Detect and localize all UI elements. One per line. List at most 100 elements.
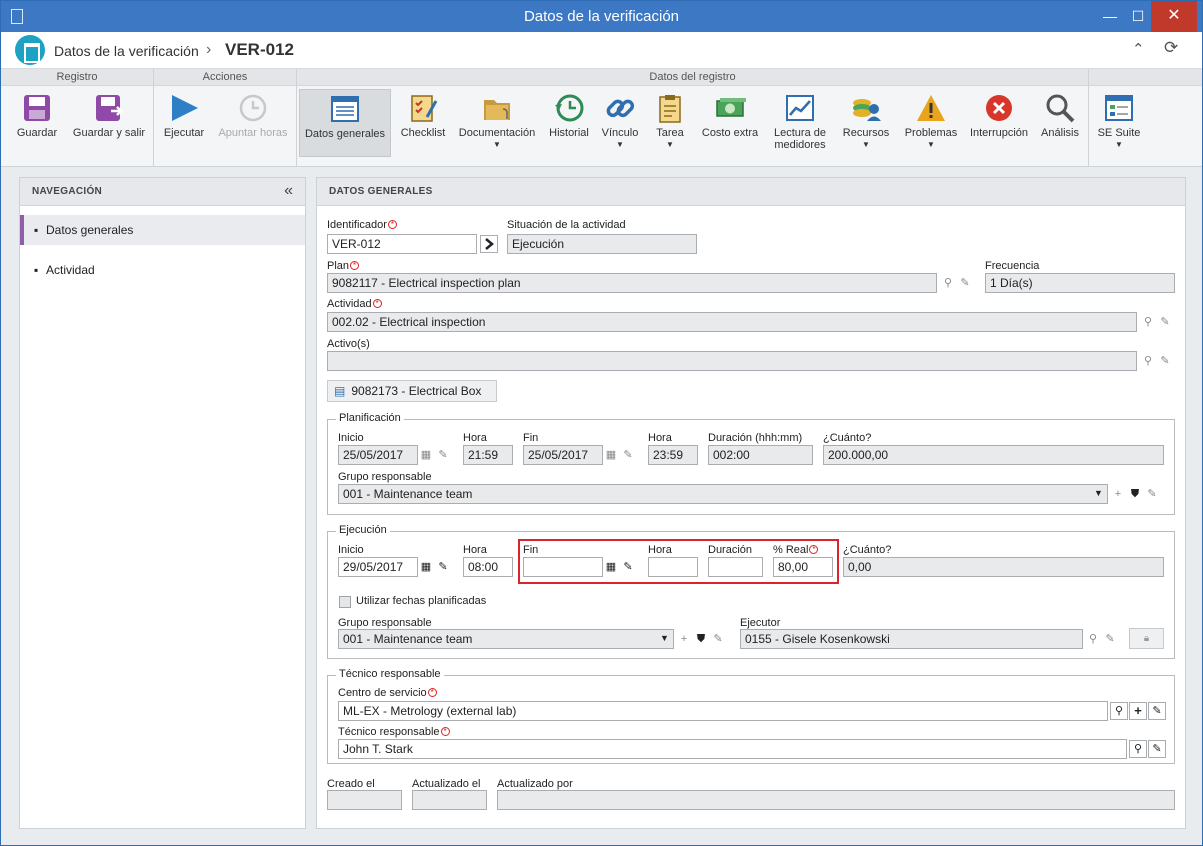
link-icon bbox=[604, 93, 636, 123]
arrow-right-icon[interactable] bbox=[480, 235, 498, 253]
checklist-button[interactable]: Checklist bbox=[395, 89, 451, 157]
money-icon bbox=[714, 93, 746, 123]
general-data-panel: DATOS GENERALES Identificador * VER-012 S… bbox=[316, 177, 1186, 829]
group-label: Registro bbox=[1, 69, 153, 86]
search-icon[interactable]: ⚲ bbox=[1140, 313, 1156, 331]
collapse-up-icon[interactable]: ⌃ bbox=[1132, 40, 1145, 58]
save-and-exit-button[interactable]: Guardar y salir bbox=[69, 89, 149, 157]
nav-title: NAVEGACIÓN bbox=[20, 178, 305, 206]
dropdown-caret-icon: ▼ bbox=[493, 140, 501, 149]
clear-icon[interactable]: ✎ bbox=[1157, 352, 1173, 370]
duracion-label: Duración (hhh:mm) bbox=[708, 432, 803, 444]
clear-icon[interactable]: ✎ bbox=[1148, 702, 1166, 720]
interruption-button[interactable]: Interrupción bbox=[967, 89, 1031, 157]
binoculars-icon[interactable]: ⛊ bbox=[693, 630, 709, 648]
required-icon: * bbox=[350, 261, 360, 270]
add-icon: + bbox=[680, 633, 688, 645]
dropdown-caret-icon: ▼ bbox=[660, 633, 669, 643]
hora-label: Hora bbox=[463, 432, 487, 444]
maximize-button[interactable]: ☐ bbox=[1122, 1, 1154, 32]
exec-inicio-field[interactable]: 29/05/2017 bbox=[338, 557, 418, 577]
plan-duracion-field: 002:00 bbox=[708, 445, 813, 465]
lock-icon: 🔒︎ bbox=[1129, 628, 1164, 649]
exec-grupo-select[interactable]: 001 - Maintenance team bbox=[338, 629, 674, 649]
analysis-button[interactable]: Análisis bbox=[1035, 89, 1085, 157]
refresh-icon[interactable]: ⟳ bbox=[1164, 38, 1178, 58]
activos-label: Activo(s) bbox=[327, 338, 370, 350]
nav-item-actividad[interactable]: ▪ Actividad bbox=[20, 255, 305, 285]
collapse-nav-icon[interactable]: « bbox=[284, 182, 293, 200]
clock-icon bbox=[237, 93, 269, 123]
link-button[interactable]: Vínculo ▼ bbox=[597, 89, 643, 157]
clear-icon[interactable]: ✎ bbox=[957, 274, 973, 292]
history-button[interactable]: Historial bbox=[543, 89, 595, 157]
required-icon: * bbox=[440, 727, 450, 736]
planificacion-section: Planificación Inicio 25/05/2017 ▦ ✎ Hora… bbox=[327, 412, 1175, 515]
activos-field[interactable] bbox=[327, 351, 1137, 371]
hora-fin-label: Hora bbox=[648, 432, 672, 444]
general-data-button[interactable]: Datos generales bbox=[299, 89, 391, 157]
ejecutor-field[interactable]: 0155 - Gisele Kosenkowski bbox=[740, 629, 1083, 649]
toolbar-ribbon: Registro Guardar Guardar y salir Accione… bbox=[1, 69, 1202, 167]
bullet-icon: ▪ bbox=[34, 223, 39, 237]
plan-field[interactable]: 9082117 - Electrical inspection plan bbox=[327, 273, 937, 293]
exec-real-field[interactable]: 80,00 bbox=[773, 557, 833, 577]
problems-button[interactable]: Problemas ▼ bbox=[899, 89, 963, 157]
calendar-icon[interactable]: ▦ bbox=[418, 558, 434, 576]
search-icon[interactable]: ⚲ bbox=[1129, 740, 1147, 758]
clear-icon[interactable]: ✎ bbox=[435, 558, 451, 576]
clear-icon: ✎ bbox=[623, 449, 633, 461]
exec-cuanto-field: 0,00 bbox=[843, 557, 1164, 577]
se-suite-button[interactable]: SE Suite ▼ bbox=[1093, 89, 1145, 157]
fin-label: Fin bbox=[523, 432, 539, 444]
page-title: VER-012 bbox=[225, 40, 294, 59]
execute-button[interactable]: Ejecutar bbox=[158, 89, 210, 157]
exec-fin-field[interactable] bbox=[523, 557, 603, 577]
clear-icon: ✎ bbox=[713, 633, 723, 645]
stop-icon bbox=[983, 93, 1015, 123]
close-button[interactable]: ✕ bbox=[1151, 1, 1197, 32]
situacion-field: Ejecución bbox=[507, 234, 697, 254]
centro-label: Centro de servicio * bbox=[338, 687, 437, 699]
clear-icon: ✎ bbox=[438, 449, 448, 461]
log-hours-button[interactable]: Apuntar horas bbox=[214, 89, 292, 157]
identificador-field[interactable]: VER-012 bbox=[327, 234, 477, 254]
tecnico-field[interactable]: John T. Stark bbox=[338, 739, 1127, 759]
clear-icon[interactable]: ✎ bbox=[1157, 313, 1173, 331]
dropdown-caret-icon: ▼ bbox=[927, 140, 935, 149]
nav-item-datos-generales[interactable]: ▪ Datos generales bbox=[20, 215, 305, 245]
centro-field[interactable]: ML-EX - Metrology (external lab) bbox=[338, 701, 1108, 721]
task-button[interactable]: Tarea ▼ bbox=[647, 89, 693, 157]
exec-hora-fin-field[interactable] bbox=[648, 557, 698, 577]
save-exit-icon bbox=[93, 93, 125, 123]
exec-hora-field[interactable]: 08:00 bbox=[463, 557, 513, 577]
resources-button[interactable]: Recursos ▼ bbox=[837, 89, 895, 157]
required-icon: * bbox=[387, 220, 397, 229]
use-planned-dates-checkbox[interactable] bbox=[339, 596, 351, 608]
clear-icon[interactable]: ✎ bbox=[1148, 740, 1166, 758]
planificacion-legend: Planificación bbox=[336, 412, 404, 424]
suite-icon bbox=[1103, 93, 1135, 123]
binoculars-icon[interactable]: ⛊ bbox=[1127, 485, 1143, 503]
actividad-field[interactable]: 002.02 - Electrical inspection bbox=[327, 312, 1137, 332]
add-icon[interactable]: + bbox=[1129, 702, 1147, 720]
clear-icon[interactable]: ✎ bbox=[620, 558, 636, 576]
save-button[interactable]: Guardar bbox=[9, 89, 65, 157]
ejecucion-section: Ejecución Inicio 29/05/2017 ▦ ✎ Hora 08:… bbox=[327, 524, 1175, 659]
search-icon[interactable]: ⚲ bbox=[940, 274, 956, 292]
calendar-icon[interactable]: ▦ bbox=[603, 558, 619, 576]
exec-duracion-field[interactable] bbox=[708, 557, 763, 577]
breadcrumb[interactable]: Datos de la verificación bbox=[54, 43, 199, 59]
search-icon[interactable]: ⚲ bbox=[1110, 702, 1128, 720]
documentation-button[interactable]: Documentación ▼ bbox=[455, 89, 539, 157]
asset-chip[interactable]: ▤ 9082173 - Electrical Box bbox=[327, 380, 497, 402]
inicio-label: Inicio bbox=[338, 544, 364, 556]
search-icon[interactable]: ⚲ bbox=[1140, 352, 1156, 370]
extra-cost-button[interactable]: Costo extra bbox=[697, 89, 763, 157]
clipboard-icon bbox=[654, 93, 686, 123]
inicio-label: Inicio bbox=[338, 432, 364, 444]
page-header: Datos de la verificación › VER-012 ⌃ ⟳ bbox=[1, 32, 1202, 69]
meter-reading-button[interactable]: Lectura de medidores bbox=[767, 89, 833, 157]
plan-grupo-select[interactable]: 001 - Maintenance team bbox=[338, 484, 1108, 504]
plan-cuanto-field: 200.000,00 bbox=[823, 445, 1164, 465]
